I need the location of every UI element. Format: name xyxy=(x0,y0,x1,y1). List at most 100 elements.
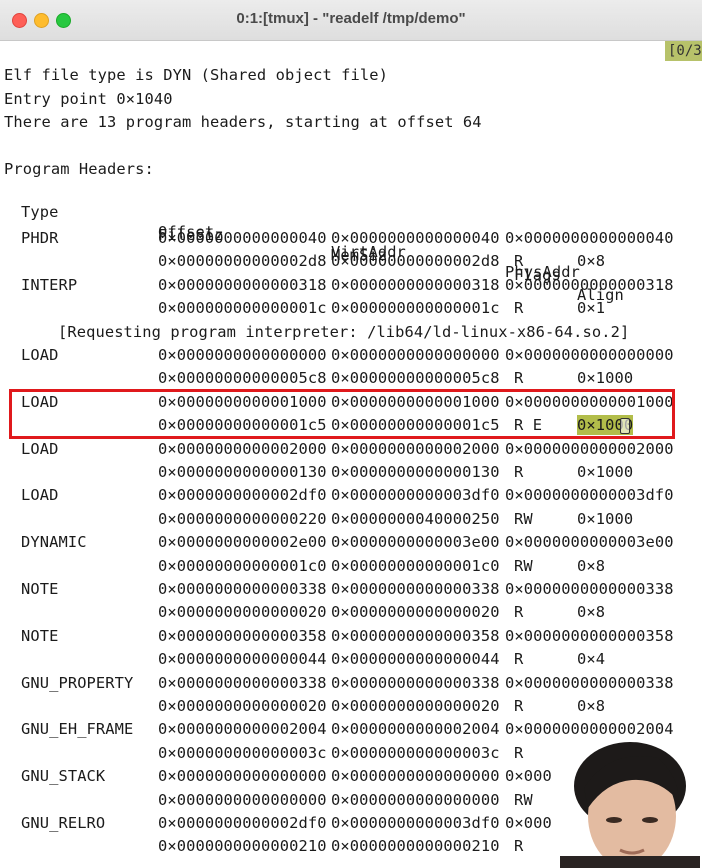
segment-align: 0×4 xyxy=(577,650,606,669)
segment-align: 0×8 xyxy=(577,556,606,575)
segment-memsiz: 0×00000000000002d8 xyxy=(331,252,500,271)
segment-physaddr: 0×0000000000000338 xyxy=(505,580,674,598)
segment-type: GNU_EH_FRAME xyxy=(21,720,134,739)
segment-type: INTERP xyxy=(21,275,78,294)
segment-align: 0×1000 xyxy=(577,463,634,481)
segment-offset: 0×0000000000000338 xyxy=(158,580,327,598)
segment-physaddr: 0×0000000000003df0 xyxy=(505,486,674,505)
segment-virtaddr: 0×0000000000003e00 xyxy=(331,533,500,552)
segment-filesiz: 0×0000000000000020 xyxy=(158,603,327,622)
segment-offset: 0×0000000000000000 xyxy=(158,346,327,364)
segment-filesiz: 0×000000000000001c xyxy=(158,299,327,318)
segment-flags: R xyxy=(514,603,524,622)
segment-memsiz: 0×0000000000000130 xyxy=(331,463,500,481)
segment-virtaddr: 0×0000000000002004 xyxy=(331,720,500,739)
segment-type: GNU_PROPERTY xyxy=(21,673,134,692)
tmux-status-indicator: [0/3 xyxy=(665,41,702,61)
segment-align: 0×8 xyxy=(577,252,606,271)
segment-type: GNU_STACK xyxy=(21,767,106,786)
mouse-cursor-icon xyxy=(620,418,630,434)
segment-align: 0×8 xyxy=(577,697,606,715)
segment-offset: 0×0000000000000338 xyxy=(158,673,327,692)
segment-physaddr: 0×0000000000000000 xyxy=(505,346,674,364)
segment-flags: R xyxy=(514,837,524,856)
segment-type: LOAD xyxy=(21,439,59,458)
segment-align: 0×1000 xyxy=(577,509,634,528)
segment-memsiz: 0×0000000000000000 xyxy=(331,790,500,809)
segment-flags: R xyxy=(514,299,524,318)
segment-flags: R xyxy=(514,252,524,271)
segment-memsiz: 0×00000000000001c0 xyxy=(331,556,500,575)
segment-memsiz: 0×0000000000000020 xyxy=(331,603,500,622)
segment-type: NOTE xyxy=(21,626,59,645)
segment-offset: 0×0000000000002df0 xyxy=(158,486,327,505)
segment-type: DYNAMIC xyxy=(21,533,87,552)
segment-flags: RW xyxy=(514,556,533,575)
segment-flags: R xyxy=(514,743,524,762)
segment-type: LOAD xyxy=(21,486,59,505)
interpreter-note: [Requesting program interpreter: /lib64/… xyxy=(58,322,630,341)
segment-physaddr: 0×0000000000000318 xyxy=(505,275,674,294)
segment-virtaddr: 0×0000000000003df0 xyxy=(331,814,500,832)
segment-offset: 0×0000000000000000 xyxy=(158,767,327,786)
segment-filesiz: 0×0000000000000210 xyxy=(158,837,327,856)
segment-filesiz: 0×0000000000000020 xyxy=(158,697,327,715)
segment-flags: R xyxy=(514,650,524,669)
segment-virtaddr: 0×0000000000000000 xyxy=(331,767,500,786)
segment-virtaddr: 0×0000000000003df0 xyxy=(331,486,500,505)
segment-offset: 0×0000000000002df0 xyxy=(158,814,327,832)
segment-offset: 0×0000000000000358 xyxy=(158,626,327,645)
segment-flags: R xyxy=(514,369,524,388)
segment-offset: 0×0000000000000040 xyxy=(158,229,327,247)
highlight-box xyxy=(9,389,675,439)
window-title: 0:1:[tmux] - "readelf /tmp/demo" xyxy=(236,10,466,27)
program-header-count-line: There are 13 program headers, starting a… xyxy=(4,113,482,131)
segment-physaddr: 0×0000000000002000 xyxy=(505,439,674,458)
segment-physaddr: 0×0000000000003e00 xyxy=(505,533,674,552)
segment-offset: 0×0000000000002000 xyxy=(158,439,327,458)
segment-virtaddr: 0×0000000000000338 xyxy=(331,673,500,692)
segment-virtaddr: 0×0000000000000338 xyxy=(331,580,500,598)
segment-memsiz: 0×0000000000000044 xyxy=(331,650,500,669)
segment-filesiz: 0×00000000000005c8 xyxy=(158,369,327,388)
segment-memsiz: 0×0000000040000250 xyxy=(331,509,500,528)
segment-offset: 0×0000000000002e00 xyxy=(158,533,327,552)
segment-physaddr: 0×0000000000000358 xyxy=(505,626,674,645)
program-headers-title: Program Headers: xyxy=(4,160,154,178)
segment-filesiz: 0×000000000000003c xyxy=(158,743,327,762)
segment-flags: RW xyxy=(514,790,533,809)
segment-memsiz: 0×000000000000003c xyxy=(331,743,500,762)
segment-flags: R xyxy=(514,463,524,481)
segment-memsiz: 0×00000000000005c8 xyxy=(331,369,500,388)
segment-flags: R xyxy=(514,697,524,715)
segment-filesiz: 0×0000000000000130 xyxy=(158,463,327,481)
segment-virtaddr: 0×0000000000000318 xyxy=(331,275,500,294)
entry-point-line: Entry point 0×1040 xyxy=(4,90,173,108)
segment-type: GNU_RELRO xyxy=(21,814,106,832)
segment-align: 0×1 xyxy=(577,299,606,318)
segment-type: PHDR xyxy=(21,229,59,247)
elf-type-line: Elf file type is DYN (Shared object file… xyxy=(4,66,389,84)
segment-filesiz: 0×00000000000001c0 xyxy=(158,556,327,575)
segment-type: LOAD xyxy=(21,346,59,364)
segment-filesiz: 0×0000000000000000 xyxy=(158,790,327,809)
segment-virtaddr: 0×0000000000000358 xyxy=(331,626,500,645)
segment-flags: RW xyxy=(514,509,533,528)
segment-virtaddr: 0×0000000000000040 xyxy=(331,229,500,247)
segment-memsiz: 0×000000000000001c xyxy=(331,299,500,318)
segment-virtaddr: 0×0000000000000000 xyxy=(331,346,500,364)
webcam-overlay xyxy=(540,738,702,868)
segment-filesiz: 0×0000000000000044 xyxy=(158,650,327,669)
segment-filesiz: 0×0000000000000220 xyxy=(158,509,327,528)
segment-memsiz: 0×0000000000000020 xyxy=(331,697,500,715)
segment-offset: 0×0000000000000318 xyxy=(158,275,327,294)
segment-align: 0×8 xyxy=(577,603,606,622)
segment-align: 0×1000 xyxy=(577,369,634,388)
segment-physaddr: 0×0000000000000338 xyxy=(505,673,674,692)
segment-filesiz: 0×00000000000002d8 xyxy=(158,252,327,271)
segment-physaddr: 0×0000000000000040 xyxy=(505,229,674,247)
segment-memsiz: 0×0000000000000210 xyxy=(331,837,500,856)
segment-virtaddr: 0×0000000000002000 xyxy=(331,439,500,458)
window-titlebar: 0:1:[tmux] - "readelf /tmp/demo" xyxy=(0,0,702,41)
segment-type: NOTE xyxy=(21,580,59,598)
